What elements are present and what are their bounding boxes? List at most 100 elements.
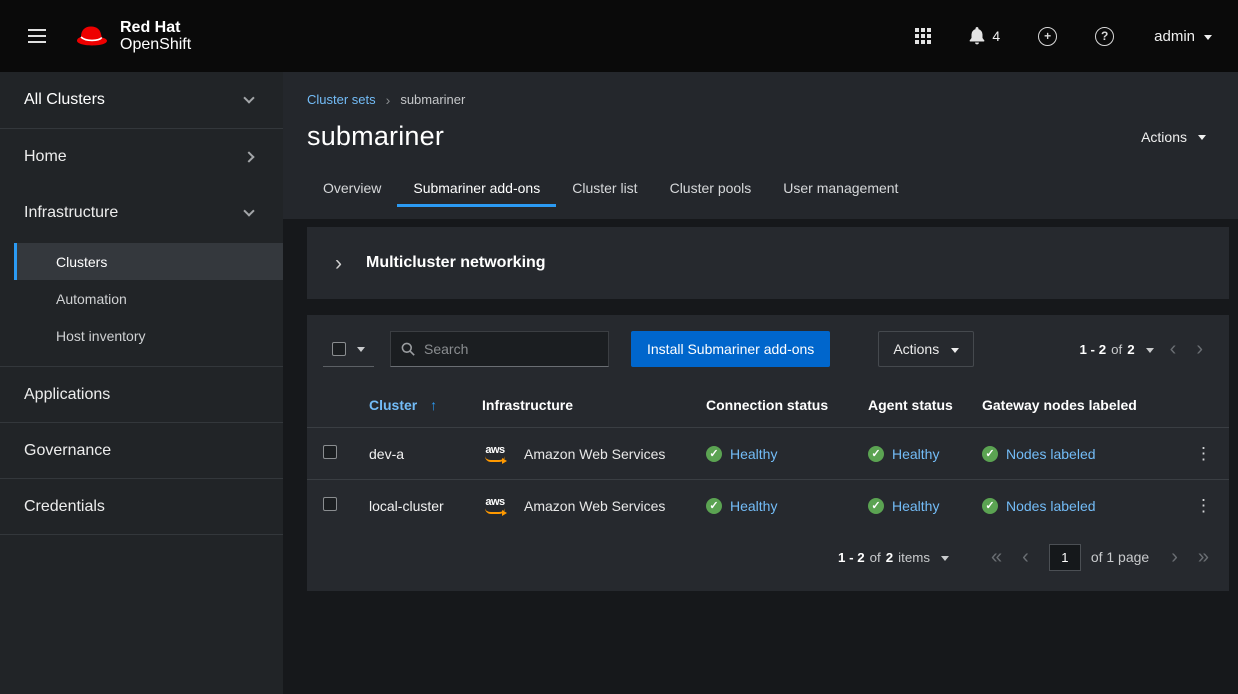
pagination-prev-button[interactable]: ‹ xyxy=(1012,543,1039,571)
sidebar-item-applications[interactable]: Applications xyxy=(0,367,283,423)
sidebar: All Clusters Home Infrastructure Cluster… xyxy=(0,72,283,694)
pagination-total: 2 xyxy=(1127,342,1134,357)
search-input[interactable] xyxy=(424,341,598,357)
pagination-next-button[interactable]: › xyxy=(1161,543,1188,571)
check-circle-icon: ✓ xyxy=(706,498,722,514)
sidebar-item-clusters[interactable]: Clusters xyxy=(14,243,283,280)
main-content: Cluster sets › submariner submariner Act… xyxy=(283,72,1238,694)
column-header-cluster[interactable]: Cluster ↑ xyxy=(353,383,466,428)
pagination-first-button[interactable]: « xyxy=(981,543,1012,571)
sidebar-item-infrastructure[interactable]: Infrastructure xyxy=(0,185,283,241)
breadcrumb: Cluster sets › submariner xyxy=(307,92,1208,107)
sidebar-item-label: Governance xyxy=(24,442,111,460)
bell-icon xyxy=(969,27,985,45)
tab-overview[interactable]: Overview xyxy=(307,172,397,207)
breadcrumb-cluster-sets-link[interactable]: Cluster sets xyxy=(307,92,376,107)
table-actions-label: Actions xyxy=(893,341,939,357)
tab-submariner-addons[interactable]: Submariner add-ons xyxy=(397,172,556,207)
row-checkbox[interactable] xyxy=(323,445,337,459)
app-launcher-button[interactable] xyxy=(911,24,935,48)
user-menu-dropdown[interactable]: admin xyxy=(1154,28,1212,45)
caret-down-icon xyxy=(1204,35,1212,40)
aws-icon: aws xyxy=(482,445,508,462)
brand-openshift-text: OpenShift xyxy=(120,36,191,53)
hamburger-icon xyxy=(28,35,46,37)
kebab-menu-button[interactable]: ⋮ xyxy=(1185,443,1222,464)
pagination-bottom-summary-toggle[interactable]: 1 - 2 of 2 items xyxy=(832,546,955,569)
connection-status-link[interactable]: Healthy xyxy=(730,446,777,462)
clusters-table: Cluster ↑ Infrastructure Connection stat… xyxy=(307,383,1229,531)
pagination-top: 1 - 2 of 2 ‹ › xyxy=(1073,335,1213,363)
sidebar-item-label: Infrastructure xyxy=(24,204,118,222)
table-toolbar: Install Submariner add-ons Actions 1 - 2… xyxy=(307,315,1229,383)
tab-bar: Overview Submariner add-ons Cluster list… xyxy=(307,172,1208,207)
caret-down-icon xyxy=(1198,135,1206,140)
tab-cluster-list[interactable]: Cluster list xyxy=(556,172,653,207)
page-count-label: of 1 page xyxy=(1091,549,1149,565)
page-actions-dropdown[interactable]: Actions xyxy=(1139,123,1208,151)
notifications-button[interactable]: 4 xyxy=(965,23,1004,49)
search-icon xyxy=(401,342,415,356)
column-header-gateway-nodes[interactable]: Gateway nodes labeled xyxy=(966,383,1169,428)
gateway-nodes-link[interactable]: Nodes labeled xyxy=(1006,446,1096,462)
search-box xyxy=(390,331,609,367)
check-circle-icon: ✓ xyxy=(706,446,722,462)
table-actions-dropdown[interactable]: Actions xyxy=(878,331,974,367)
pagination-next-button[interactable]: › xyxy=(1186,335,1213,363)
perspective-switcher[interactable]: All Clusters xyxy=(0,72,283,129)
expand-section-title: Multicluster networking xyxy=(366,254,546,272)
sort-ascending-icon: ↑ xyxy=(430,397,437,413)
breadcrumb-separator-icon: › xyxy=(386,93,391,107)
actions-column-header xyxy=(1169,383,1229,428)
tab-user-management[interactable]: User management xyxy=(767,172,914,207)
application-window: Red Hat OpenShift 4 xyxy=(0,0,1238,694)
sidebar-item-credentials[interactable]: Credentials xyxy=(0,479,283,535)
tab-cluster-pools[interactable]: Cluster pools xyxy=(654,172,768,207)
sidebar-item-label: Applications xyxy=(24,386,110,404)
cluster-name: dev-a xyxy=(353,428,466,480)
bulk-select-checkbox[interactable] xyxy=(332,342,346,356)
quick-create-button[interactable]: + xyxy=(1034,23,1061,50)
masthead-toolbar: 4 + ? admin xyxy=(911,23,1212,50)
agent-status-link[interactable]: Healthy xyxy=(892,498,939,514)
sidebar-item-governance[interactable]: Governance xyxy=(0,423,283,479)
column-header-infrastructure[interactable]: Infrastructure xyxy=(466,383,690,428)
chevron-down-icon xyxy=(243,92,254,103)
help-button[interactable]: ? xyxy=(1091,23,1118,50)
kebab-menu-button[interactable]: ⋮ xyxy=(1185,495,1222,516)
sidebar-item-home[interactable]: Home xyxy=(0,129,283,185)
perspective-label: All Clusters xyxy=(24,91,105,109)
page-content: › Multicluster networking xyxy=(283,219,1238,694)
install-submariner-addons-button[interactable]: Install Submariner add-ons xyxy=(631,331,830,367)
multicluster-networking-section[interactable]: › Multicluster networking xyxy=(307,227,1229,299)
pagination-prev-button[interactable]: ‹ xyxy=(1160,335,1187,363)
masthead: Red Hat OpenShift 4 xyxy=(0,0,1238,72)
pagination-range: 1 - 2 xyxy=(1079,342,1106,357)
pagination-bottom: 1 - 2 of 2 items « ‹ of 1 page › xyxy=(307,531,1229,591)
agent-status-link[interactable]: Healthy xyxy=(892,446,939,462)
brand-logo: Red Hat OpenShift xyxy=(74,19,191,54)
nav-toggle-button[interactable] xyxy=(16,25,58,47)
pagination-items-label: items xyxy=(898,550,930,565)
check-circle-icon: ✓ xyxy=(982,498,998,514)
pagination-total: 2 xyxy=(886,550,893,565)
pagination-controls: « ‹ of 1 page › » xyxy=(981,543,1219,571)
pagination-last-button[interactable]: » xyxy=(1188,543,1219,571)
row-checkbox[interactable] xyxy=(323,497,337,511)
caret-down-icon xyxy=(357,347,365,352)
sidebar-item-automation[interactable]: Automation xyxy=(14,280,283,317)
column-header-agent-status[interactable]: Agent status xyxy=(852,383,966,428)
connection-status-link[interactable]: Healthy xyxy=(730,498,777,514)
check-circle-icon: ✓ xyxy=(868,498,884,514)
bulk-select-dropdown[interactable] xyxy=(323,331,374,367)
chevron-right-icon xyxy=(243,151,254,162)
check-circle-icon: ✓ xyxy=(982,446,998,462)
pagination-summary-toggle[interactable]: 1 - 2 of 2 xyxy=(1073,338,1159,361)
gateway-nodes-link[interactable]: Nodes labeled xyxy=(1006,498,1096,514)
caret-down-icon xyxy=(951,348,959,353)
current-page-input[interactable] xyxy=(1049,544,1081,571)
column-header-connection-status[interactable]: Connection status xyxy=(690,383,852,428)
sidebar-item-host-inventory[interactable]: Host inventory xyxy=(14,317,283,354)
infrastructure-label: Amazon Web Services xyxy=(524,446,665,462)
check-circle-icon: ✓ xyxy=(868,446,884,462)
